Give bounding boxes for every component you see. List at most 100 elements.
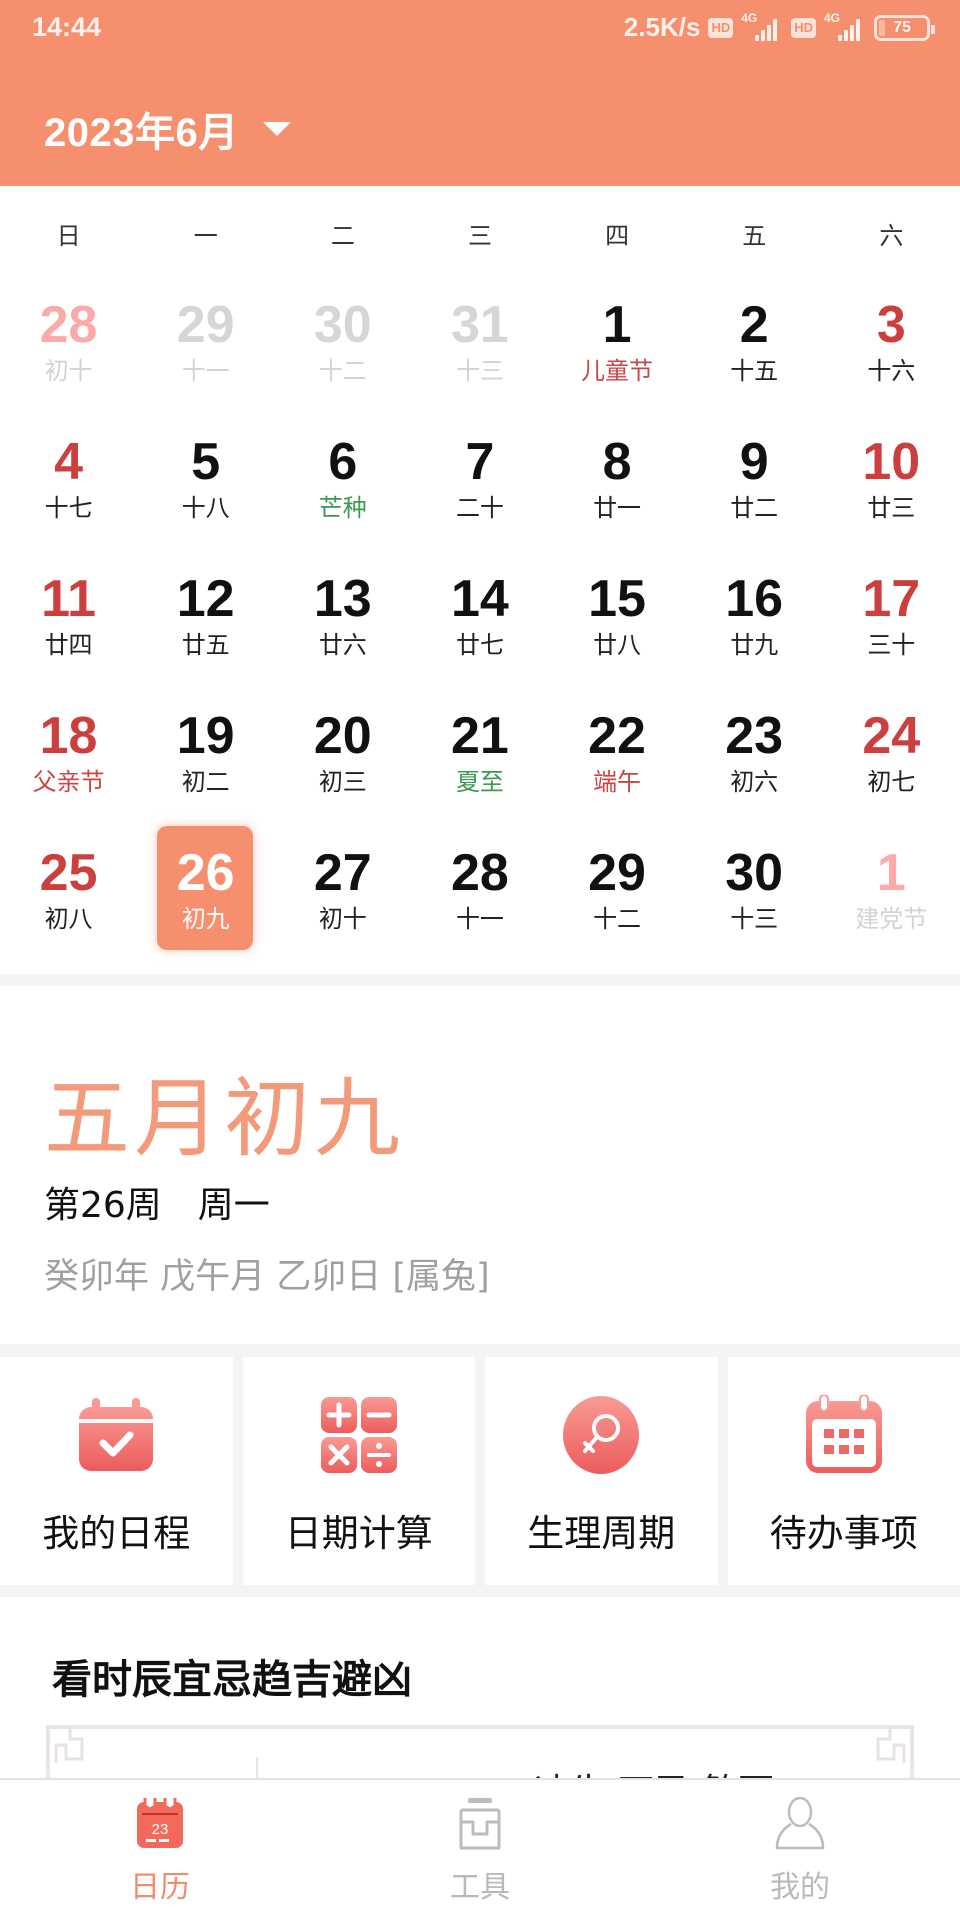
day-cell[interactable]: 16 廿九 bbox=[686, 560, 823, 697]
day-cell[interactable]: 20 初三 bbox=[274, 697, 411, 834]
day-number: 24 bbox=[862, 707, 921, 765]
day-cell[interactable]: 6 芒种 bbox=[274, 423, 411, 560]
day-cell[interactable]: 21 夏至 bbox=[411, 697, 548, 834]
auspicious-hours-card[interactable]: 看时辰宜忌趋吉避凶 13:00-14:59 冲牛(丁丑)煞西 bbox=[0, 1597, 960, 1797]
day-number: 16 bbox=[725, 570, 784, 628]
day-cell[interactable]: 4 十七 bbox=[0, 423, 137, 560]
toolbox-icon bbox=[459, 1798, 501, 1850]
day-cell[interactable]: 5 十八 bbox=[137, 423, 274, 560]
day-cell[interactable]: 27 初十 bbox=[274, 834, 411, 971]
day-cell[interactable]: 24 初七 bbox=[823, 697, 960, 834]
weekday-label: 一 bbox=[193, 222, 218, 250]
signal-icon: 4G bbox=[741, 11, 783, 43]
day-cell[interactable]: 3 十六 bbox=[823, 286, 960, 423]
day-number: 14 bbox=[451, 570, 509, 628]
day-cell[interactable]: 29 十二 bbox=[549, 834, 686, 971]
month-selector[interactable]: 2023年6月 bbox=[44, 100, 291, 158]
lunar-day: 十一 bbox=[181, 357, 230, 385]
lunar-day: 廿三 bbox=[867, 494, 916, 522]
calendar-icon: 23 bbox=[137, 1798, 183, 1848]
day-number: 26 bbox=[176, 844, 235, 902]
tool-date-calc[interactable]: 日期计算 bbox=[242, 1357, 475, 1585]
lunar-day: 廿五 bbox=[181, 631, 230, 659]
weekday-header: 日一二三四五六 bbox=[0, 216, 960, 251]
lunar-day: 初二 bbox=[181, 768, 230, 796]
calculator-icon bbox=[320, 1397, 397, 1473]
lunar-day: 初十 bbox=[44, 357, 93, 385]
day-cell[interactable]: 12 廿五 bbox=[137, 560, 274, 697]
hd-icon: HD bbox=[791, 17, 816, 38]
lunar-day: 初八 bbox=[44, 905, 93, 933]
day-cell[interactable]: 22 端午 bbox=[549, 697, 686, 834]
day-number: 5 bbox=[191, 433, 221, 491]
day-cell[interactable]: 30 十三 bbox=[686, 834, 823, 971]
day-cell[interactable]: 8 廿一 bbox=[549, 423, 686, 560]
day-cell[interactable]: 14 廿七 bbox=[411, 560, 548, 697]
day-cell[interactable]: 29 十一 bbox=[137, 286, 274, 423]
day-cell[interactable]: 7 二十 bbox=[411, 423, 548, 560]
user-icon bbox=[775, 1796, 825, 1850]
day-number: 1 bbox=[602, 296, 632, 354]
day-cell[interactable]: 10 廿三 bbox=[823, 423, 960, 560]
ganzhi-text: 癸卯年 戊午月 乙卯日 [属兔] bbox=[44, 1257, 490, 1297]
hd-icon: HD bbox=[708, 17, 734, 38]
day-number: 8 bbox=[602, 433, 632, 491]
day-number: 28 bbox=[451, 844, 509, 902]
weekday-label: 日 bbox=[56, 222, 81, 250]
signal-icon: 4G bbox=[824, 11, 866, 43]
lunar-day: 廿一 bbox=[593, 494, 642, 522]
day-cell[interactable]: 11 廿四 bbox=[0, 560, 137, 697]
day-number: 12 bbox=[176, 570, 235, 628]
month-calendar: 日 一 二 三 四 五 六 28 初十 29 十一 30 十二 31 十三 1 儿童节 2 十五 3 十六 4 十七 5 十八… bbox=[0, 186, 960, 974]
lunar-day: 初九 bbox=[181, 905, 230, 933]
day-cell[interactable]: 17 三十 bbox=[823, 560, 960, 697]
day-number: 27 bbox=[313, 844, 372, 902]
tab-profile[interactable]: 我的 bbox=[640, 1780, 960, 1920]
day-cell[interactable]: 9 廿二 bbox=[686, 423, 823, 560]
month-title: 2023年6月 bbox=[44, 111, 239, 155]
day-number: 13 bbox=[313, 570, 372, 628]
tab-tools[interactable]: 工具 bbox=[320, 1780, 640, 1920]
day-number: 21 bbox=[451, 707, 509, 765]
tab-calendar[interactable]: 23 日历 bbox=[0, 1780, 320, 1920]
weekday-label: 四 bbox=[605, 222, 630, 250]
lunar-day: 三十 bbox=[867, 631, 916, 659]
tool-todo[interactable]: 待办事项 bbox=[727, 1357, 960, 1585]
solar-term-label: 夏至 bbox=[455, 768, 504, 796]
day-number: 30 bbox=[725, 844, 784, 902]
day-cell[interactable]: 15 廿八 bbox=[549, 560, 686, 697]
day-cell[interactable]: 1 建党节 bbox=[823, 834, 960, 971]
tool-my-schedule[interactable]: 我的日程 bbox=[0, 1357, 233, 1585]
day-number: 23 bbox=[725, 707, 784, 765]
festival-label: 端午 bbox=[593, 768, 642, 796]
day-cell[interactable]: 28 十一 bbox=[411, 834, 548, 971]
festival-label: 儿童节 bbox=[581, 357, 654, 385]
svg-text:23: 23 bbox=[152, 1821, 169, 1838]
day-cell[interactable]: 2 十五 bbox=[686, 286, 823, 423]
lunar-day: 十二 bbox=[593, 905, 642, 933]
day-cell[interactable]: 19 初二 bbox=[137, 697, 274, 834]
network-speed: 2.5K/s bbox=[623, 12, 701, 42]
calendar-grid: 28 初十 29 十一 30 十二 31 十三 1 儿童节 2 十五 3 十六 4 十七 5 十八 6 芒种 7 二十 8 廿… bbox=[0, 286, 960, 971]
day-cell[interactable]: 13 廿六 bbox=[274, 560, 411, 697]
day-cell[interactable]: 31 十三 bbox=[411, 286, 548, 423]
day-cell[interactable]: 18 父亲节 bbox=[0, 697, 137, 834]
status-icons: 2.5K/s HD 4G HD 4G 75 bbox=[623, 11, 935, 43]
day-cell[interactable]: 30 十二 bbox=[274, 286, 411, 423]
day-number: 4 bbox=[54, 433, 84, 491]
tool-menstrual-cycle[interactable]: 生理周期 bbox=[485, 1357, 718, 1585]
day-cell[interactable]: 23 初六 bbox=[686, 697, 823, 834]
day-cell[interactable]: 1 儿童节 bbox=[549, 286, 686, 423]
lunar-day: 廿六 bbox=[318, 631, 367, 659]
day-number: 18 bbox=[39, 707, 98, 765]
lunar-day: 廿八 bbox=[593, 631, 642, 659]
day-number: 10 bbox=[862, 433, 921, 491]
day-cell[interactable]: 28 初十 bbox=[0, 286, 137, 423]
selected-day-info: 五月初九 第26周 周一 癸卯年 戊午月 乙卯日 [属兔] bbox=[0, 986, 960, 1344]
day-cell[interactable]: 25 初八 bbox=[0, 834, 137, 971]
day-number: 15 bbox=[588, 570, 646, 628]
day-cell-selected[interactable]: 26 初九 bbox=[137, 826, 274, 971]
week-number: 第26周 周一 bbox=[44, 1185, 270, 1226]
lunar-day: 十三 bbox=[455, 357, 504, 385]
lunar-day: 十七 bbox=[44, 494, 93, 522]
